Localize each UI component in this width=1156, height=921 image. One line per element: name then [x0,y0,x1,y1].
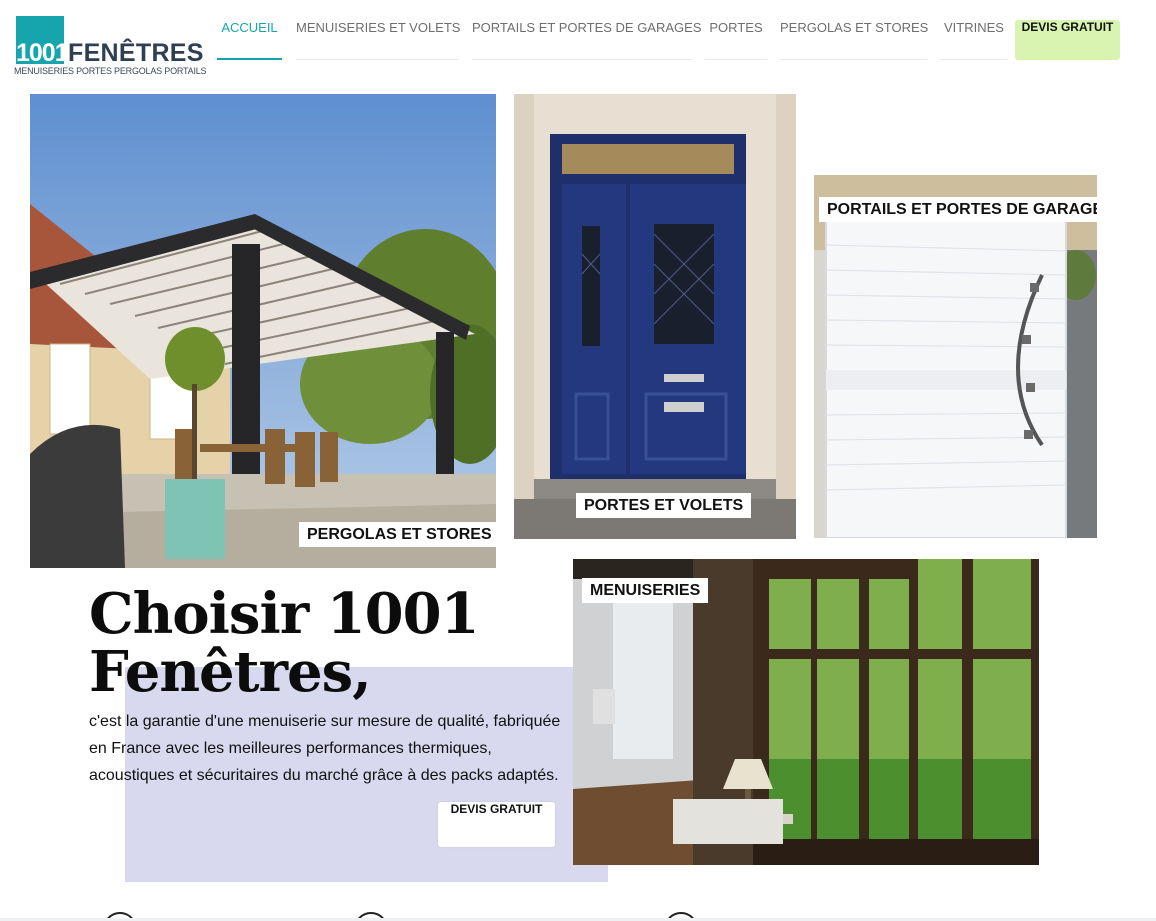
nav-item-portes[interactable]: PORTES [705,20,767,60]
white-gate-photo [814,175,1097,538]
menuiseries-tile[interactable]: MENUISERIES [573,559,1039,865]
nav-item-vitrines[interactable]: VITRINES [940,20,1008,60]
devis-gratuit-nav-button[interactable]: DEVIS GRATUIT [1015,20,1120,60]
pergolas-tile[interactable]: PERGOLAS ET STORES [30,94,496,568]
blue-door-photo [514,94,796,539]
nav-item-pergolas-et-stores[interactable]: PERGOLAS ET STORES [780,20,928,60]
pergola-photo [30,94,496,568]
menuiseries-caption: MENUISERIES [582,578,709,603]
devis-gratuit-hero-button[interactable]: DEVIS GRATUIT [438,802,555,847]
wooden-windows-photo [573,559,1039,865]
hero-headline-line2: Fenêtres, [89,639,372,705]
nav-item-portails-et-portes-de-garages[interactable]: PORTAILS ET PORTES DE GARAGES [472,20,702,60]
portails-caption: PORTAILS ET PORTES DE GARAGES [819,197,1097,222]
hero-headline: Choisir 1001 Fenêtres, [89,585,509,701]
pergolas-caption: PERGOLAS ET STORES [299,522,496,547]
main-nav: ACCUEIL MENUISERIES ET VOLETS PORTAILS E… [0,20,1156,60]
logo-tagline: MENUISERIES PORTES PERGOLAS PORTAILS [14,66,207,76]
portes-caption: PORTES ET VOLETS [576,493,752,518]
nav-item-accueil[interactable]: ACCUEIL [217,20,282,60]
portails-tile[interactable]: PORTAILS ET PORTES DE GARAGES [814,175,1097,538]
nav-item-menuiseries-et-volets[interactable]: MENUISERIES ET VOLETS [296,20,460,60]
hero-headline-line1: Choisir 1001 [89,581,480,647]
portes-tile[interactable]: PORTES ET VOLETS [514,94,796,539]
hero-description: c'est la garantie d'une menuiserie sur m… [89,713,561,784]
